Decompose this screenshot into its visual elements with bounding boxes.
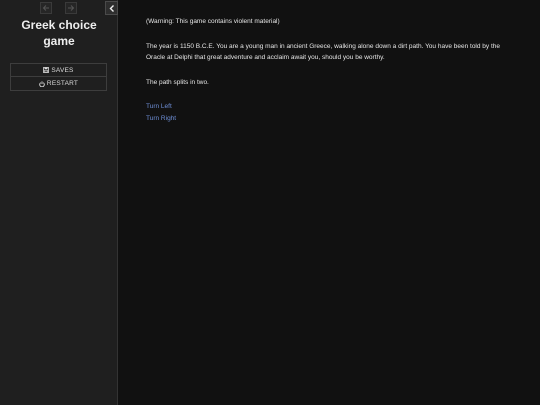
restart-label: RESTART [46, 80, 79, 87]
choice-turn-right-link[interactable]: Turn Right [146, 113, 516, 125]
chevron-left-icon [109, 4, 114, 12]
history-backward-button[interactable] [40, 2, 52, 14]
story-title-line-1: Greek choice [21, 18, 97, 32]
intro-text: The year is 1150 B.C.E. You are a young … [146, 42, 501, 62]
saves-label: SAVES [51, 66, 74, 74]
floppy-disk-icon [43, 67, 50, 73]
warning-text: (Warning: This game contains violent mat… [146, 18, 280, 25]
saves-button[interactable]: SAVES [10, 63, 107, 77]
story-menu: SAVES RESTART [10, 63, 107, 91]
path-splits-text: The path splits in two. [146, 78, 209, 86]
power-icon [39, 80, 45, 87]
restart-button[interactable]: RESTART [10, 77, 107, 91]
arrow-right-icon [68, 5, 75, 11]
arrow-left-icon [42, 5, 49, 11]
story-title-line-2: game [43, 34, 75, 48]
choice-turn-left-link[interactable]: Turn Left [146, 101, 516, 113]
story-title: Greek choice game [0, 17, 118, 49]
history-forward-button[interactable] [65, 2, 77, 14]
ui-bar: Greek choice game SAVES RESTART [0, 0, 118, 405]
passage: (Warning: This game contains violent mat… [146, 16, 516, 124]
ui-bar-toggle-button[interactable] [105, 1, 118, 15]
